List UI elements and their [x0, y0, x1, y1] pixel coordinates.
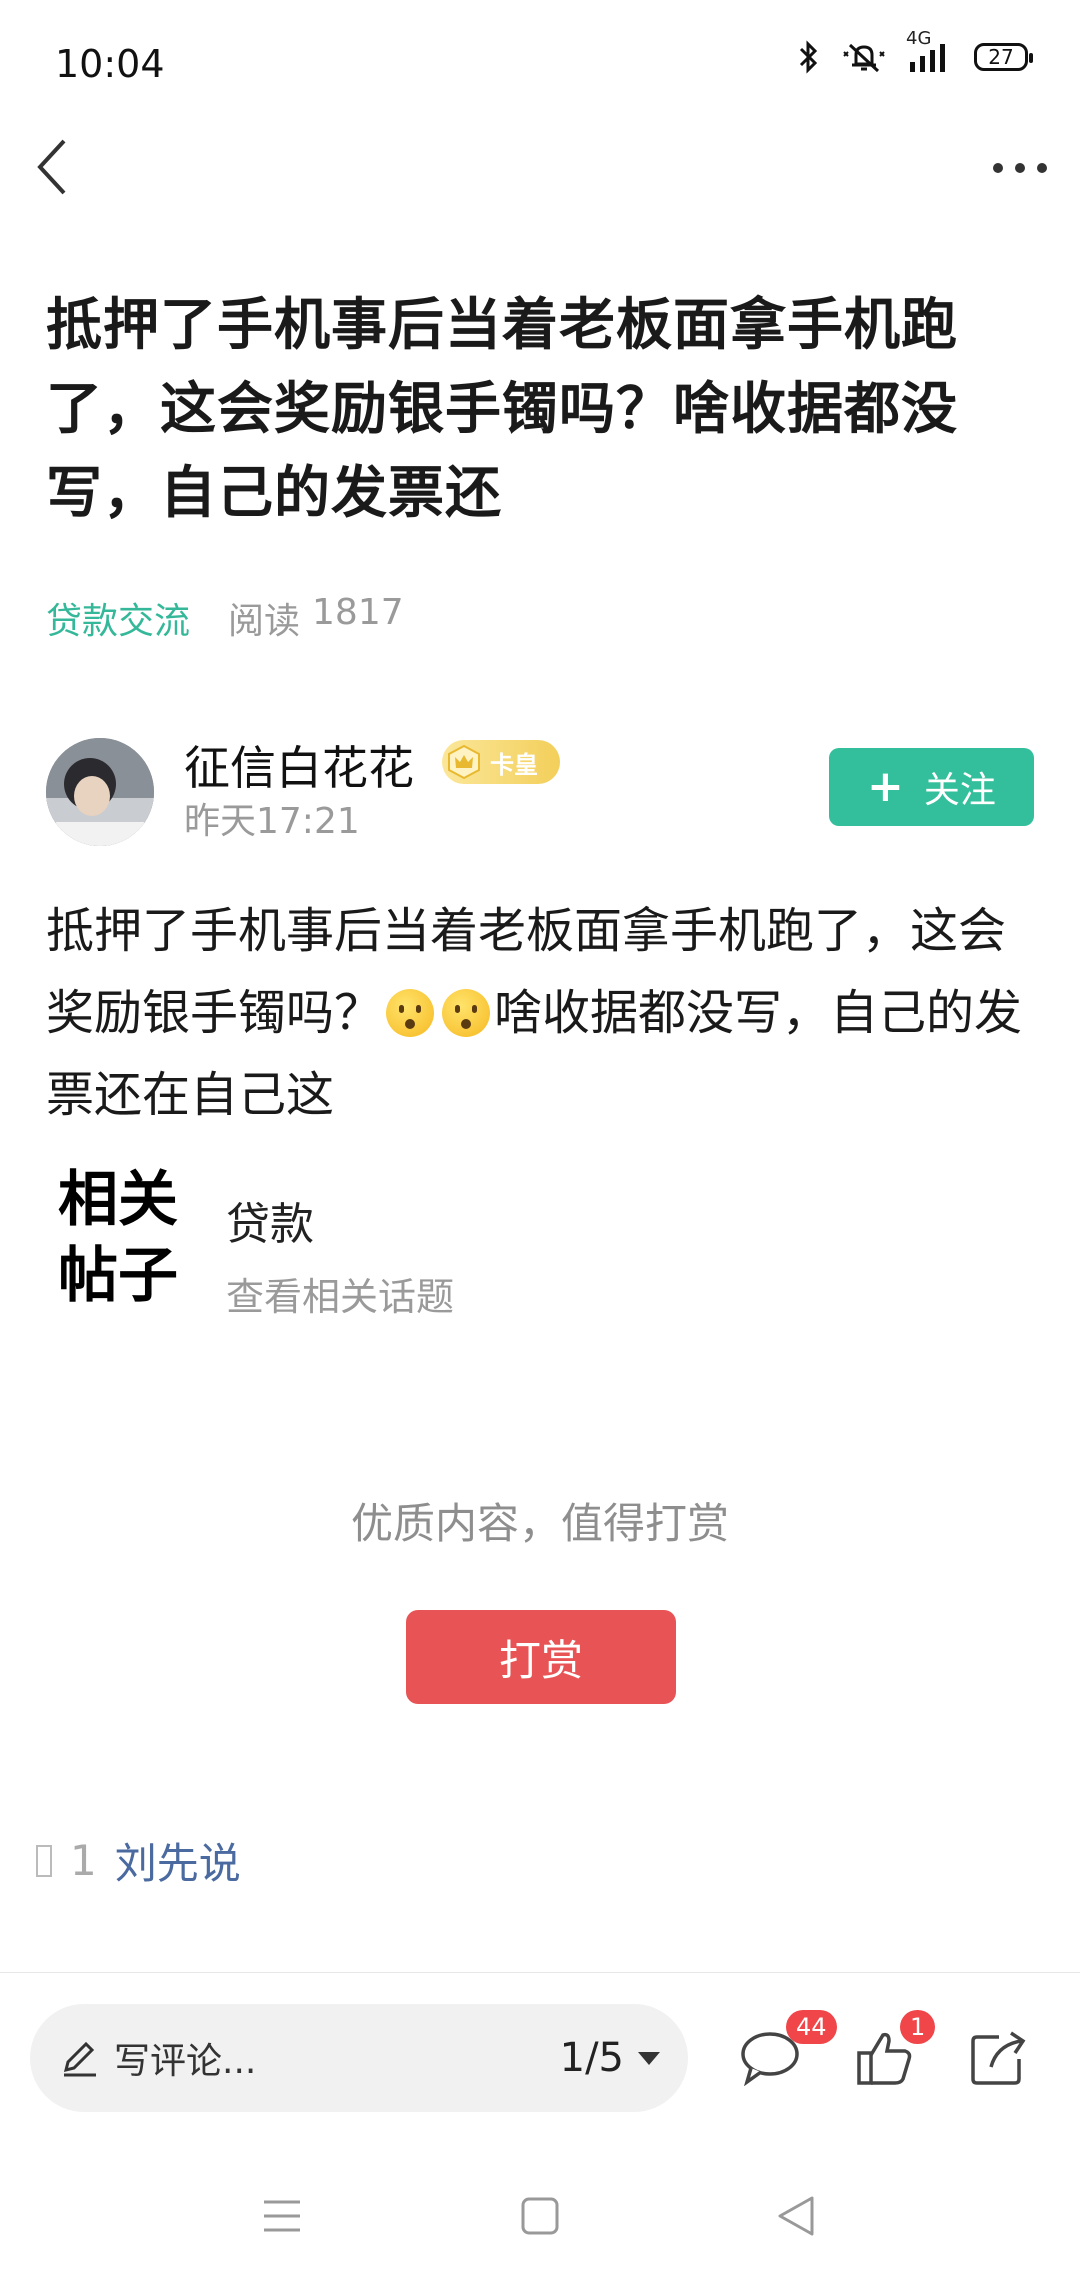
back-chevron-icon	[37, 139, 66, 195]
vip-badge: 卡皇	[442, 740, 560, 784]
related-label-line1: 相关	[58, 1165, 178, 1235]
back-triangle-icon	[778, 2196, 814, 2236]
post-title: 抵押了手机事后当着老板面拿手机跑了，这会奖励银手镯吗？啥收据都没写，自己的发票还	[46, 293, 958, 526]
more-dots-icon	[993, 163, 1047, 173]
system-home-button[interactable]	[510, 2186, 570, 2246]
post-body: 抵押了手机事后当着老板面拿手机跑了，这会奖励银手镯吗？ 啥收据都没写，自己的发票还…	[46, 890, 1036, 1136]
like-count-badge: 1	[900, 2010, 936, 2044]
status-icons: 4G 27	[798, 28, 1033, 74]
comment-placeholder: 写评论...	[114, 2041, 257, 2082]
bluetooth-icon	[799, 40, 818, 74]
menu-icon	[264, 2200, 300, 2232]
category-link[interactable]: 贷款交流	[46, 592, 190, 644]
footer-count: 1	[70, 1836, 97, 1885]
back-button[interactable]	[26, 132, 76, 202]
footer-author-name[interactable]: 刘先说	[115, 1830, 241, 1891]
related-posts-label: 相关 帖子	[58, 1162, 198, 1314]
home-square-icon	[521, 2197, 559, 2235]
post-meta: 贷款交流 阅读 1817	[46, 592, 404, 644]
network-type: 4G	[906, 28, 932, 49]
page-selector[interactable]: 1/5	[560, 2035, 662, 2081]
pencil-icon	[63, 2041, 96, 2077]
read-count: 阅读 1817	[228, 592, 404, 644]
mute-bell-icon	[843, 43, 885, 73]
follow-button[interactable]: + 关注	[829, 748, 1034, 826]
read-number: 1817	[312, 592, 404, 633]
avatar-image	[46, 738, 154, 846]
missing-glyph-icon	[36, 1844, 52, 1877]
read-label: 阅读	[228, 601, 301, 642]
caret-down-icon	[638, 2052, 660, 2065]
reward-button[interactable]: 打赏	[406, 1610, 676, 1704]
avatar[interactable]	[46, 738, 154, 846]
reward-prompt: 优质内容，值得打赏	[350, 1499, 729, 1548]
author-footer: 1 刘先说	[36, 1830, 241, 1891]
related-label-line2: 帖子	[58, 1241, 178, 1311]
system-menu-button[interactable]	[252, 2186, 312, 2246]
comment-input[interactable]: 写评论... 1/5	[30, 2004, 688, 2112]
post-time: 昨天17:21	[184, 801, 360, 842]
system-back-button[interactable]	[766, 2186, 826, 2246]
status-time: 10:04	[55, 42, 165, 86]
puzzled-face-emoji-icon	[442, 989, 491, 1037]
vip-badge-label: 卡皇	[490, 750, 538, 779]
crown-icon	[448, 744, 480, 780]
divider	[0, 1972, 1080, 1973]
related-topic[interactable]: 贷款	[226, 1188, 314, 1252]
signal-indicator: 4G	[906, 28, 952, 72]
related-subtitle[interactable]: 查看相关话题	[226, 1266, 454, 1321]
comment-count-badge: 44	[786, 2010, 837, 2044]
page-indicator-text: 1/5	[559, 2035, 624, 2081]
battery-icon: 27	[974, 43, 1033, 71]
follow-label: 关注	[923, 770, 996, 811]
more-button[interactable]	[990, 148, 1050, 188]
share-icon	[971, 2031, 1026, 2085]
puzzled-face-emoji-icon	[386, 989, 435, 1037]
battery-level: 27	[988, 45, 1014, 69]
share-button[interactable]	[958, 2018, 1038, 2098]
plus-icon: +	[867, 761, 904, 812]
author-name[interactable]: 征信白花花	[184, 732, 414, 798]
